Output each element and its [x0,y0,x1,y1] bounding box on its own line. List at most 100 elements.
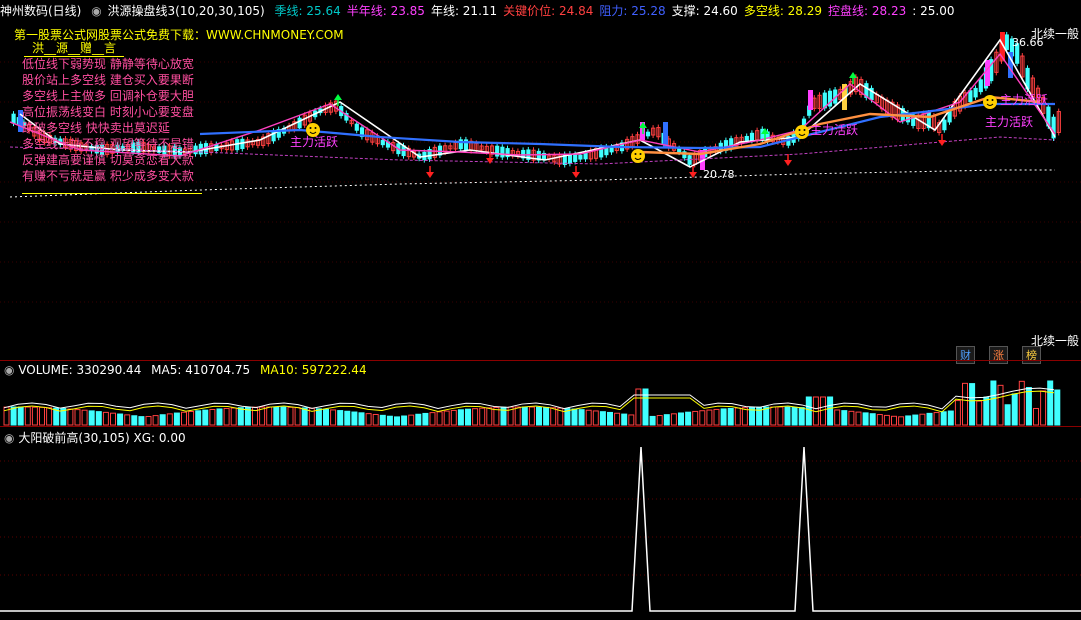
volume-bar [145,415,152,426]
header-item-1: 半年线: 23.85 [346,4,425,18]
indicator-header: ◉ 大阳破前高(30,105) XG: 0.00 [4,429,186,446]
badge-text-1: 主力活跃 [810,123,858,137]
signal-arrow-icon [689,166,697,178]
candle [744,135,749,141]
volume-bar [223,407,230,426]
indicator-values: 季线: 25.64 半年线: 23.85 年线: 21.11 关键价位: 24.84 阻… [275,4,961,18]
header-item-3: 关键价位: 24.84 [503,4,594,18]
volume-bar [741,407,748,426]
volume-bar [883,414,890,426]
volume-bar [188,410,195,426]
volume-panel[interactable]: ◉ VOLUME: 330290.44 MA5: 410704.75 MA10:… [0,360,1081,427]
volume-bar [337,410,344,426]
candle [978,79,983,93]
collapse-icon[interactable]: ◉ [91,4,101,18]
volume-bar [1054,389,1061,426]
header-item-7: 控盘线: 28.23 [828,4,907,18]
volume-bar [181,411,187,426]
volume-bar [862,412,869,426]
volume-bar [969,383,976,426]
volume-bar [1018,380,1025,426]
volume-bar [166,413,173,426]
volume-bar [102,411,109,426]
volume-bar [88,410,95,426]
candle [573,153,578,162]
main-price-panel[interactable]: 36.66 20.78 主力活跃 主力活跃 主力活跃 主力活跃 第一股票公式网股票公式免费… [0,22,1081,364]
volume-bar [954,400,961,426]
volume-bar [39,406,45,426]
volume-bar [415,413,422,426]
volume-header: ◉ VOLUME: 330290.44 MA5: 410704.75 MA10:… [4,363,367,377]
volume-bar [990,380,997,426]
highlight-candle-4 [985,60,990,86]
volume-bar [124,414,131,426]
volume-bar [74,409,81,426]
volume-bar [848,410,855,426]
volume-bar [798,407,805,426]
volume-bar [67,408,74,426]
indicator-collapse-icon[interactable]: ◉ [4,431,14,445]
badge-text-3: 主力活跃 [1000,93,1048,107]
volume-bar [465,408,471,426]
candle [380,139,385,146]
volume-bar [315,408,322,426]
indicator-chart[interactable] [0,427,1081,616]
volume-bar [571,408,578,426]
candle [583,152,588,160]
volume-bar [273,406,280,426]
volume-bar [280,406,287,426]
volume-bar [720,408,727,426]
volume-bar [628,414,635,426]
volume-bar [528,406,535,426]
badge-text-0: 主力活跃 [290,135,338,149]
signal-arrow-icon [572,166,580,178]
volume-bar [323,408,329,426]
volume-bar [173,412,180,426]
volume-bar [46,407,53,426]
volume-bar [216,408,223,426]
volume-bar [408,414,415,426]
indicator-panel[interactable]: ◉ 大阳破前高(30,105) XG: 0.00 [0,426,1081,616]
candle [749,132,755,141]
volume-bar [983,396,990,426]
volume-bar [372,413,379,426]
volume-bar [578,409,585,426]
volume-bar [614,412,621,426]
volume-bar [784,406,791,426]
candle [354,123,359,131]
volume-bar [230,407,237,426]
formula-name[interactable]: 洪源操盘线3(10,20,30,105) [108,4,265,18]
stock-title[interactable]: 神州数码(日线) [0,4,81,18]
volume-bar [266,406,273,426]
volume-bar [976,400,983,426]
header-item-0: 季线: 25.64 [274,4,341,18]
volume-collapse-icon[interactable]: ◉ [4,363,14,377]
ma10-label: MA10: [259,363,298,377]
volume-bar [940,411,947,426]
ma10-value: 597222.44 [301,363,367,377]
xg-label: XG: [133,431,156,445]
xg-value: 0.00 [158,431,186,445]
volume-bar [17,406,24,426]
header-item-5: 支撑: 24.60 [671,4,738,18]
volume-bar [876,414,883,426]
indicator-label: 大阳破前高(30,105) [18,431,130,445]
xg-signal-line [0,446,1081,612]
volume-bar [457,409,464,426]
volume-bar [117,413,124,426]
volume-bar [514,406,521,426]
volume-bar [429,412,436,426]
volume-bar [81,409,88,426]
volume-bar [1033,407,1039,426]
ma5-value: 410704.75 [185,363,251,377]
volume-bar [585,409,592,426]
volume-bar [521,406,528,426]
volume-bar [898,416,905,426]
smiley-icon [795,125,809,139]
volume-bar [599,411,606,426]
volume-bar [947,410,954,426]
volume-value: 330290.44 [76,363,142,377]
highlight-candle-2 [808,90,813,110]
volume-bar [997,384,1004,426]
volume-bar [344,410,351,426]
